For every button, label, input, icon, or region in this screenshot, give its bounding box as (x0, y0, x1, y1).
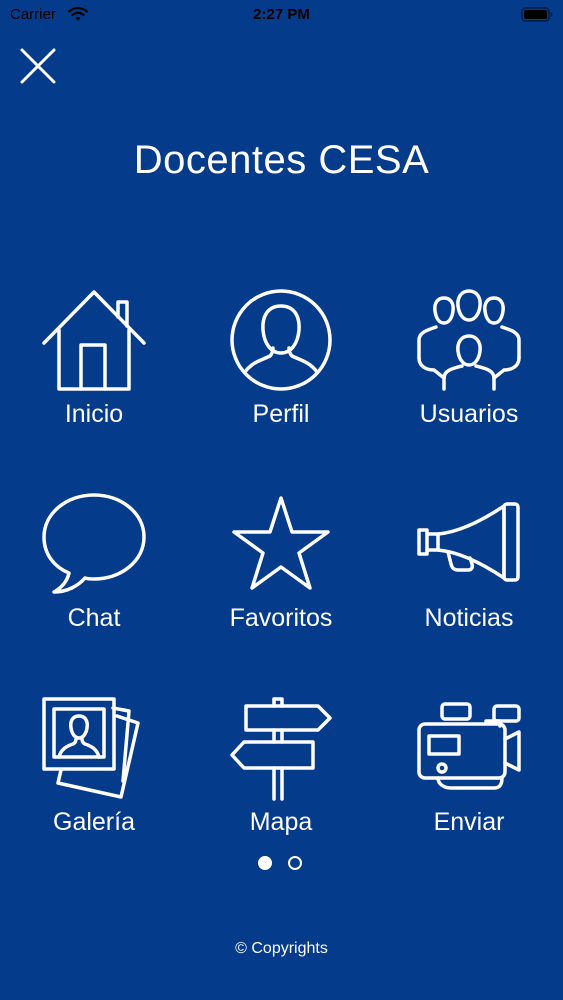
house-icon (42, 290, 146, 391)
menu-label-inicio: Inicio (64, 400, 124, 428)
menu-label-usuarios: Usuarios (419, 400, 519, 428)
menu-item-usuarios[interactable]: Usuarios (389, 288, 549, 458)
menu-item-enviar[interactable]: Enviar (389, 696, 549, 866)
star-icon (232, 496, 330, 590)
menu-label-favoritos: Favoritos (229, 604, 333, 632)
page-dot-2[interactable] (288, 856, 302, 870)
menu-label-chat: Chat (67, 604, 121, 632)
menu-label-mapa: Mapa (249, 808, 313, 836)
status-time: 2:27 PM (253, 6, 310, 23)
page-indicator (258, 856, 308, 874)
photo-gallery-icon (42, 697, 140, 799)
megaphone-icon (417, 502, 520, 582)
close-icon[interactable] (18, 46, 58, 86)
battery-icon (521, 7, 553, 22)
menu-item-perfil[interactable]: Perfil (201, 288, 361, 458)
page-dot-1[interactable] (258, 856, 272, 870)
chat-bubble-icon (42, 493, 146, 594)
menu-label-perfil: Perfil (252, 400, 310, 428)
menu-item-galeria[interactable]: Galería (14, 696, 174, 866)
video-camera-icon (417, 702, 521, 790)
menu-item-favoritos[interactable]: Favoritos (201, 492, 361, 662)
users-icon (417, 289, 521, 391)
menu-item-noticias[interactable]: Noticias (389, 492, 549, 662)
menu-label-galeria: Galería (53, 808, 135, 836)
status-bar: Carrier 2:27 PM (0, 0, 563, 30)
menu-label-enviar: Enviar (433, 808, 505, 836)
signpost-icon (230, 697, 332, 801)
copyright-text: © Copyrights (235, 940, 328, 957)
menu-item-chat[interactable]: Chat (14, 492, 174, 662)
menu-label-noticias: Noticias (424, 604, 514, 632)
menu-item-mapa[interactable]: Mapa (201, 696, 361, 866)
profile-icon (230, 289, 332, 391)
page-title: Docentes CESA (133, 138, 430, 182)
menu-item-inicio[interactable]: Inicio (14, 288, 174, 458)
